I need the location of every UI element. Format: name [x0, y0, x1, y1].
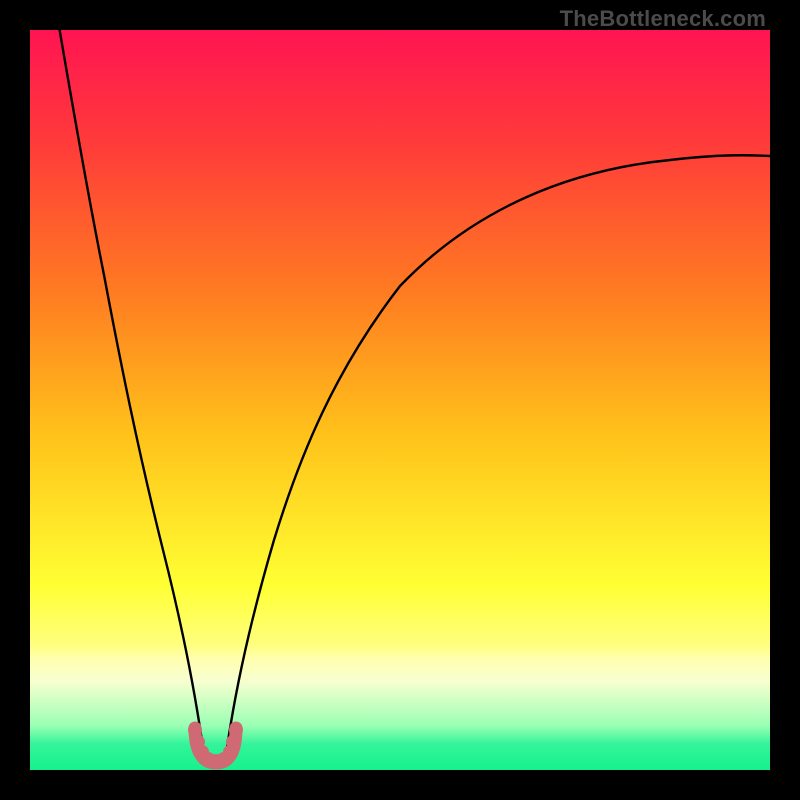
chart-frame: TheBottleneck.com: [0, 0, 800, 800]
watermark-text: TheBottleneck.com: [560, 6, 766, 32]
plot-area: [30, 30, 770, 770]
curve-right: [226, 155, 770, 755]
curve-left: [60, 30, 204, 755]
chart-curves: [30, 30, 770, 770]
min-marker: [188, 723, 243, 768]
